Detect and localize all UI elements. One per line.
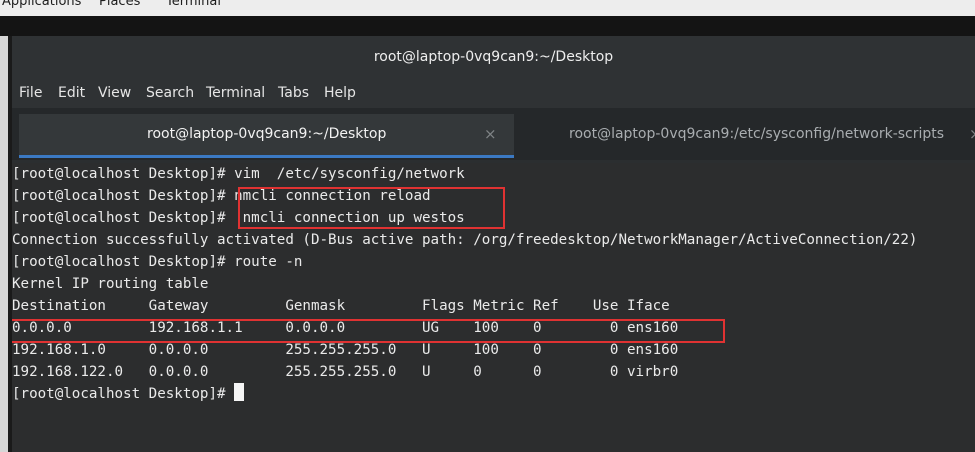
text-cursor [234,383,245,401]
terminal-window: root@laptop-0vq9can9:~/Desktop File Edit… [12,36,975,452]
menu-file[interactable]: File [19,85,42,101]
menu-tabs[interactable]: Tabs [278,85,309,101]
terminal-line: Kernel IP routing table [12,276,209,292]
highlight-box-default-route [12,319,725,343]
terminal-line: Connection successfully activated (D-Bus… [12,232,918,248]
terminal-output[interactable]: [root@localhost Desktop]# vim /etc/sysco… [12,163,975,452]
system-top-bar: Applications Places Terminal [0,0,975,16]
terminal-app-menu[interactable]: Terminal [166,0,221,9]
applications-menu[interactable]: Applications [2,0,81,9]
menu-search[interactable]: Search [146,85,194,101]
tab-bar: root@laptop-0vq9can9:~/Desktop × root@la… [12,108,975,160]
places-menu[interactable]: Places [99,0,140,9]
window-title: root@laptop-0vq9can9:~/Desktop [373,49,614,65]
terminal-line: [root@localhost Desktop]# vim /etc/sysco… [12,166,465,182]
terminal-prompt: [root@localhost Desktop]# [12,386,235,402]
window-titlebar[interactable]: root@laptop-0vq9can9:~/Desktop [12,36,975,78]
tab-desktop[interactable]: root@laptop-0vq9can9:~/Desktop × [19,114,514,158]
route-row: 192.168.122.0 0.0.0.0 255.255.255.0 U 0 … [12,364,679,380]
terminal-prompt-line: [root@localhost Desktop]# [12,383,245,405]
tab-desktop-close-icon[interactable]: × [484,125,497,143]
background-window-edge [0,36,8,452]
menu-terminal[interactable]: Terminal [206,85,265,101]
menu-bar: File Edit View Search Terminal Tabs Help [12,78,975,108]
menu-help[interactable]: Help [324,85,356,101]
highlight-box-nmcli-commands [238,187,505,229]
tab-desktop-label: root@laptop-0vq9can9:~/Desktop [147,126,387,142]
terminal-line: [root@localhost Desktop]# route -n [12,254,303,270]
menu-view[interactable]: View [98,85,131,101]
tab-network-scripts-label: root@laptop-0vq9can9:/etc/sysconfig/netw… [569,126,945,142]
tab-network-scripts[interactable]: root@laptop-0vq9can9:/etc/sysconfig/netw… [514,114,975,158]
desktop-background [0,16,975,36]
menu-edit[interactable]: Edit [58,85,85,101]
route-table-header: Destination Gateway Genmask Flags Metric… [12,298,670,314]
tab-network-scripts-close-icon[interactable]: × [969,125,975,143]
